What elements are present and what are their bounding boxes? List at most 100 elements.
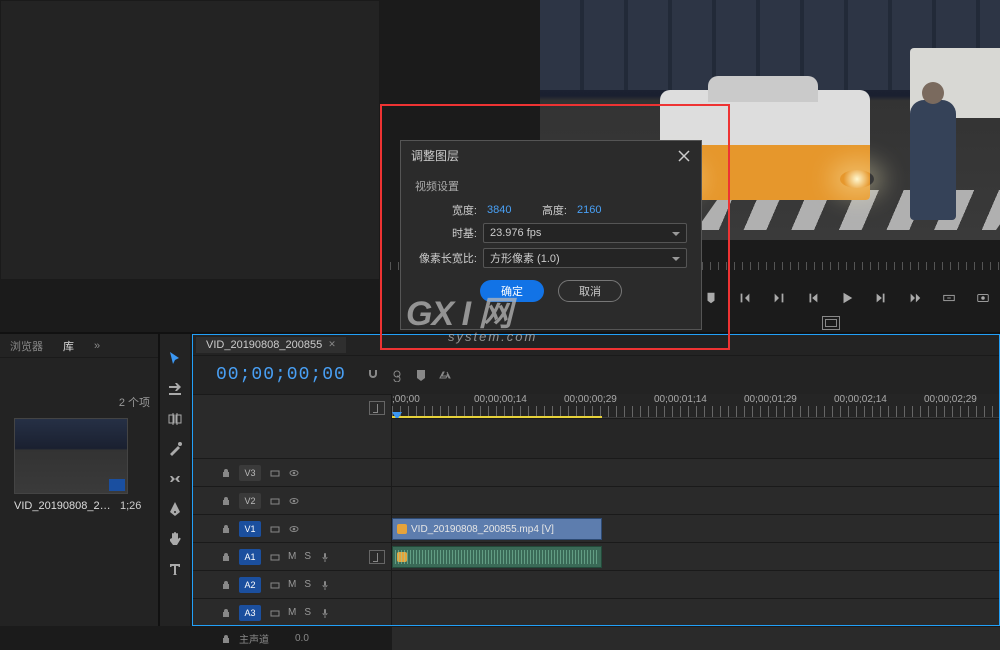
lock-icon[interactable] bbox=[220, 633, 231, 644]
ruler-label: 00;00;00;14 bbox=[474, 394, 527, 405]
type-tool-icon[interactable] bbox=[166, 560, 184, 578]
mark-out-icon[interactable] bbox=[772, 291, 786, 305]
tab-library[interactable]: 库 bbox=[53, 334, 84, 358]
track-lane-spacer[interactable] bbox=[392, 418, 1000, 458]
timeline-display-options bbox=[366, 368, 452, 382]
width-input[interactable]: 3840 bbox=[483, 204, 531, 216]
track-lane-a3[interactable] bbox=[392, 598, 1000, 626]
track-header-a3[interactable]: A3 M S bbox=[192, 598, 391, 626]
track-lane-v2[interactable] bbox=[392, 486, 1000, 514]
track-lane-v1[interactable]: VID_20190808_200855.mp4 [V] bbox=[392, 514, 1000, 542]
dialog-subtitle: 视频设置 bbox=[415, 178, 687, 194]
ruler-label: 00;00;01;14 bbox=[654, 394, 707, 405]
track-header-v1[interactable]: V1 bbox=[192, 514, 391, 542]
clip-name[interactable]: VID_20190808_2008... bbox=[14, 500, 114, 512]
cancel-button[interactable]: 取消 bbox=[558, 280, 622, 302]
clip-thumbnail[interactable] bbox=[14, 418, 128, 494]
razor-tool-icon[interactable] bbox=[166, 440, 184, 458]
sync-lock-icon[interactable] bbox=[269, 551, 280, 562]
track-header-master[interactable]: 主声道 0.0 bbox=[192, 626, 391, 650]
track-label[interactable]: A2 bbox=[239, 577, 261, 593]
tab-media-browser[interactable]: 浏览器 bbox=[0, 334, 53, 358]
time-ruler[interactable]: ;00;00 00;00;00;14 00;00;00;29 00;00;01;… bbox=[392, 394, 1000, 418]
ripple-edit-tool-icon[interactable] bbox=[166, 410, 184, 428]
track-header-v2[interactable]: V2 bbox=[192, 486, 391, 514]
lock-icon[interactable] bbox=[220, 495, 231, 506]
play-icon[interactable] bbox=[840, 291, 854, 305]
track-lane-v3[interactable] bbox=[392, 458, 1000, 486]
track-select-tool-icon[interactable] bbox=[166, 380, 184, 398]
lock-icon[interactable] bbox=[220, 551, 231, 562]
mute-button[interactable]: M bbox=[288, 551, 296, 562]
mark-in-icon[interactable] bbox=[738, 291, 752, 305]
track-lane-master[interactable] bbox=[392, 626, 1000, 650]
go-to-out-icon[interactable] bbox=[908, 291, 922, 305]
tab-overflow[interactable]: » bbox=[84, 336, 110, 356]
marker-icon[interactable] bbox=[414, 368, 428, 382]
selection-tool-icon[interactable] bbox=[166, 350, 184, 368]
audio-clip[interactable] bbox=[392, 546, 602, 568]
sync-lock-icon[interactable] bbox=[269, 495, 280, 506]
video-clip[interactable]: VID_20190808_200855.mp4 [V] bbox=[392, 518, 602, 540]
eye-icon[interactable] bbox=[288, 523, 299, 534]
ok-button[interactable]: 确定 bbox=[480, 280, 544, 302]
sync-lock-icon[interactable] bbox=[269, 607, 280, 618]
pen-tool-icon[interactable] bbox=[166, 500, 184, 518]
lock-icon[interactable] bbox=[220, 579, 231, 590]
track-header-a1[interactable]: A1 M S bbox=[192, 542, 391, 570]
solo-button[interactable]: S bbox=[304, 579, 311, 590]
close-icon[interactable] bbox=[677, 149, 691, 163]
track-label[interactable]: V2 bbox=[239, 493, 261, 509]
sync-lock-icon[interactable] bbox=[269, 523, 280, 534]
timebase-dropdown[interactable]: 23.976 fps bbox=[483, 223, 687, 243]
slip-tool-icon[interactable] bbox=[166, 470, 184, 488]
track-label[interactable]: V3 bbox=[239, 465, 261, 481]
track-content[interactable]: ;00;00 00;00;00;14 00;00;00;29 00;00;01;… bbox=[392, 394, 1000, 626]
timecode-row: 00;00;00;00 bbox=[192, 356, 1000, 394]
lift-icon[interactable] bbox=[942, 291, 956, 305]
lock-icon[interactable] bbox=[220, 523, 231, 534]
track-label[interactable]: A3 bbox=[239, 605, 261, 621]
keyframe-btn-icon[interactable] bbox=[369, 401, 385, 415]
lock-icon[interactable] bbox=[220, 467, 231, 478]
export-frame-icon[interactable] bbox=[976, 291, 990, 305]
sequence-tab[interactable]: VID_20190808_200855 ✕ bbox=[196, 337, 346, 353]
par-dropdown[interactable]: 方形像素 (1.0) bbox=[483, 248, 687, 268]
settings-icon[interactable] bbox=[438, 368, 452, 382]
close-icon[interactable]: ✕ bbox=[328, 339, 336, 350]
voiceover-icon[interactable] bbox=[319, 607, 330, 618]
solo-button[interactable]: S bbox=[304, 607, 311, 618]
solo-button[interactable]: S bbox=[304, 551, 311, 562]
voiceover-icon[interactable] bbox=[319, 551, 330, 562]
track-label[interactable]: V1 bbox=[239, 521, 261, 537]
add-marker-icon[interactable] bbox=[704, 291, 718, 305]
linked-selection-icon[interactable] bbox=[390, 368, 404, 382]
hand-tool-icon[interactable] bbox=[166, 530, 184, 548]
dialog-titlebar[interactable]: 调整图层 bbox=[401, 141, 701, 170]
voiceover-icon[interactable] bbox=[319, 579, 330, 590]
track-label[interactable]: A1 bbox=[239, 549, 261, 565]
step-fwd-icon[interactable] bbox=[874, 291, 888, 305]
track-lane-a2[interactable] bbox=[392, 570, 1000, 598]
track-lane-a1[interactable] bbox=[392, 542, 1000, 570]
height-label: 高度: bbox=[537, 202, 567, 218]
lock-icon[interactable] bbox=[220, 607, 231, 618]
ruler-label: 00;00;01;29 bbox=[744, 394, 797, 405]
chevron-down-icon bbox=[672, 229, 680, 237]
snap-icon[interactable] bbox=[366, 368, 380, 382]
project-tabs: 浏览器 库 » bbox=[0, 334, 158, 358]
keyframe-btn-icon[interactable] bbox=[369, 550, 385, 564]
safe-margins-icon[interactable] bbox=[822, 316, 840, 330]
track-header-a2[interactable]: A2 M S bbox=[192, 570, 391, 598]
step-back-icon[interactable] bbox=[806, 291, 820, 305]
eye-icon[interactable] bbox=[288, 495, 299, 506]
mute-button[interactable]: M bbox=[288, 579, 296, 590]
master-value[interactable]: 0.0 bbox=[295, 633, 309, 644]
mute-button[interactable]: M bbox=[288, 607, 296, 618]
current-timecode[interactable]: 00;00;00;00 bbox=[216, 365, 346, 385]
track-header-v3[interactable]: V3 bbox=[192, 458, 391, 486]
height-input[interactable]: 2160 bbox=[573, 204, 621, 216]
sync-lock-icon[interactable] bbox=[269, 467, 280, 478]
eye-icon[interactable] bbox=[288, 467, 299, 478]
sync-lock-icon[interactable] bbox=[269, 579, 280, 590]
